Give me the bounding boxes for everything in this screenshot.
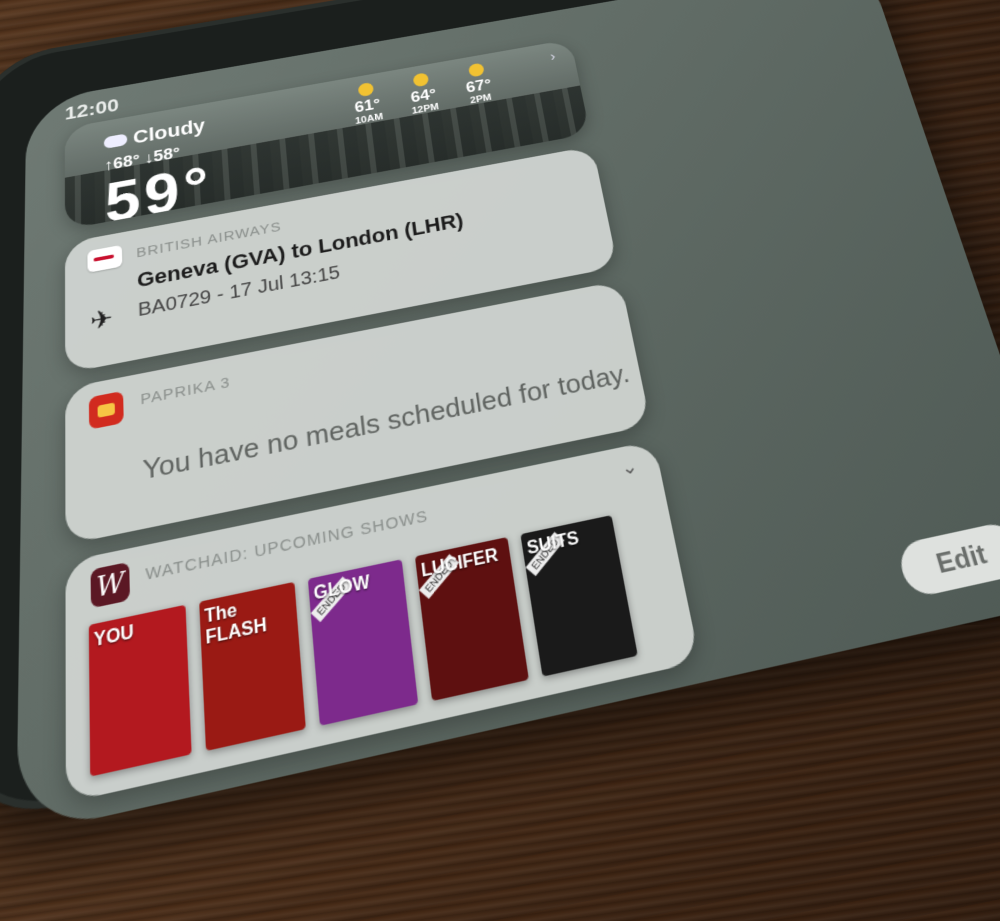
sun-icon [357, 81, 374, 98]
poster-title: YOU [93, 622, 135, 652]
poster-row: YOU The FLASH ENDED GLOW ENDED LUCIFER E [88, 515, 638, 777]
chevron-down-icon[interactable]: ⌄ [619, 455, 639, 480]
cloud-icon [103, 133, 128, 149]
forecast-item: 61° 10AM [351, 81, 384, 126]
show-poster[interactable]: ENDED GLOW [307, 559, 419, 726]
watchaid-app-icon: W [90, 561, 131, 609]
sun-icon [412, 72, 430, 88]
poster-title: LUCIFER [420, 546, 500, 582]
show-poster[interactable]: ENDED SUITS [520, 515, 638, 677]
weather-condition: Cloudy [132, 114, 206, 148]
sun-icon [467, 62, 485, 78]
show-poster[interactable]: ENDED LUCIFER [414, 537, 529, 702]
phone-body: 12:00 Cloudy ↑68° ↓58° 59° 61° 10AM 64° … [0, 0, 1000, 837]
screen: 12:00 Cloudy ↑68° ↓58° 59° 61° 10AM 64° … [16, 0, 1000, 837]
forecast-item: 64° 12PM [407, 71, 440, 116]
widget-app-name: PAPRIKA 3 [140, 373, 231, 409]
phone: 12:00 Cloudy ↑68° ↓58° 59° 61° 10AM 64° … [0, 0, 1000, 921]
plane-icon: ✈ [90, 303, 114, 336]
paprika-app-icon [88, 390, 124, 430]
british-airways-logo-icon [87, 244, 123, 273]
poster-title: GLOW [312, 573, 371, 605]
forecast-item: 67° 2PM [462, 62, 494, 107]
poster-title: SUITS [525, 529, 581, 559]
chevron-right-icon[interactable]: › [549, 50, 557, 65]
show-poster[interactable]: YOU [88, 604, 192, 777]
poster-title: The FLASH [204, 600, 268, 649]
edit-button[interactable]: Edit [895, 519, 1000, 600]
show-poster[interactable]: The FLASH [199, 581, 306, 752]
